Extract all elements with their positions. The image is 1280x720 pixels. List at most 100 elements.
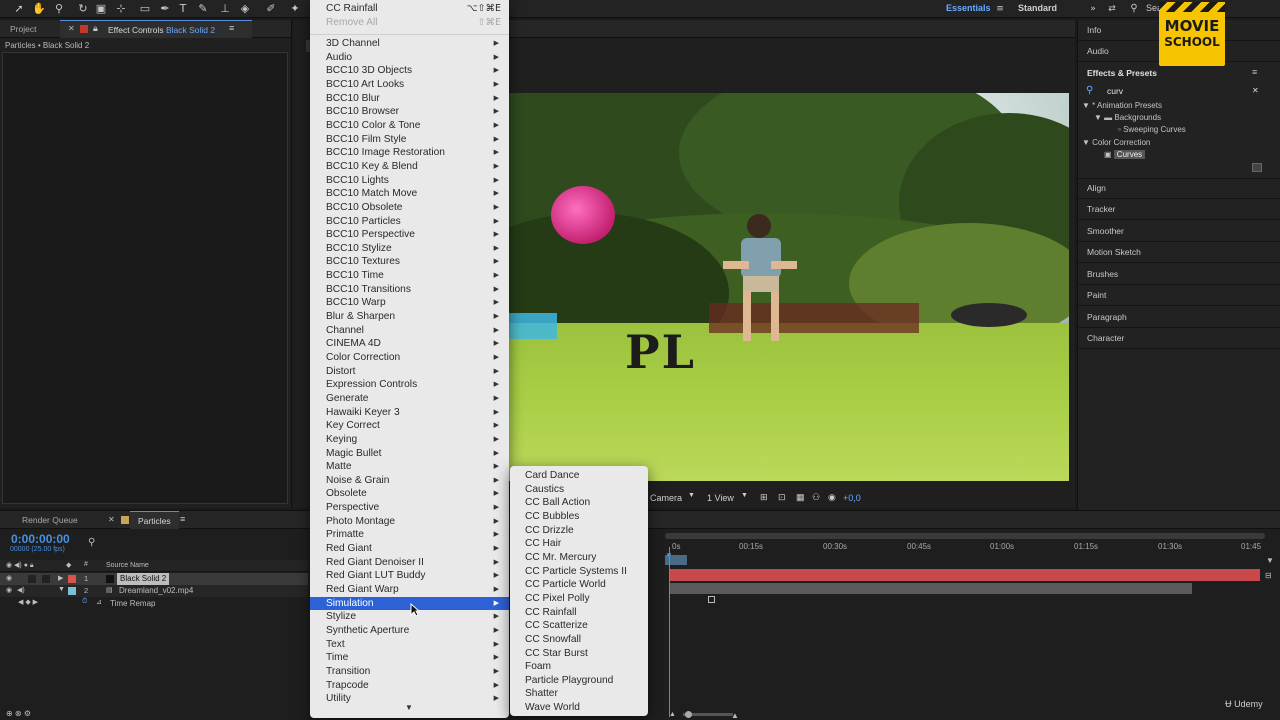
menu-item-text[interactable]: Text ▶ [310,638,509,652]
menu-item-time[interactable]: Time ▶ [310,651,509,665]
effects-presets-panel-tab[interactable]: Effects & Presets [1087,68,1157,78]
scroll-down-icon[interactable]: ▼ [405,703,413,712]
menu-item-bcc10-film-style[interactable]: BCC10 Film Style ▶ [310,133,509,147]
align-panel-tab[interactable]: Align [1087,183,1106,193]
menu-item-bcc10-3d-objects[interactable]: BCC10 3D Objects ▶ [310,64,509,78]
brush-tool-icon[interactable]: ✎ [196,2,210,16]
submenu-item-foam[interactable]: Foam [510,660,648,674]
tab-project[interactable]: Project [2,20,44,38]
sync-settings-icon[interactable]: ⇄ [1105,2,1119,16]
menu-item-bcc10-blur[interactable]: BCC10 Blur ▶ [310,92,509,106]
menu-item-matte[interactable]: Matte ▶ [310,460,509,474]
layer-label-color[interactable] [68,575,76,583]
menu-item-bcc10-key-blend[interactable]: BCC10 Key & Blend ▶ [310,160,509,174]
layer-name[interactable]: Black Solid 2 [117,573,170,585]
zoom-out-icon[interactable]: ▲ [669,711,676,718]
menu-item-bcc10-stylize[interactable]: BCC10 Stylize ▶ [310,242,509,256]
menu-item-bcc10-warp[interactable]: BCC10 Warp ▶ [310,296,509,310]
menu-item-bcc10-lights[interactable]: BCC10 Lights ▶ [310,174,509,188]
menu-item-bcc10-match-move[interactable]: BCC10 Match Move ▶ [310,187,509,201]
submenu-item-cc-particle-world[interactable]: CC Particle World [510,578,648,592]
motion-sketch-panel-tab[interactable]: Motion Sketch [1087,247,1141,257]
menu-item-photo-montage[interactable]: Photo Montage ▶ [310,515,509,529]
menu-item-bcc10-time[interactable]: BCC10 Time ▶ [310,269,509,283]
lock-toggle[interactable] [42,575,50,583]
layer-row-2[interactable]: ◉ ◀) ▼ 2 ▤ Dreamland_v02.mp4 [0,585,308,597]
menu-item-keying[interactable]: Keying ▶ [310,433,509,447]
selection-tool-icon[interactable]: ➚ [12,2,26,16]
submenu-item-cc-hair[interactable]: CC Hair [510,537,648,551]
submenu-item-cc-drizzle[interactable]: CC Drizzle [510,524,648,538]
zoom-thumb[interactable] [685,711,692,718]
keyframe-nav-icon[interactable]: ◀ ◆ ▶ [18,598,38,606]
eraser-tool-icon[interactable]: ◈ [238,2,252,16]
panel-menu-icon[interactable]: ≡ [1252,67,1257,77]
views-select[interactable]: 1 View [707,493,734,503]
animation-presets-folder[interactable]: ▼ * Animation Presets [1082,101,1162,110]
menu-item-bcc10-image-restoration[interactable]: BCC10 Image Restoration ▶ [310,146,509,160]
clone-stamp-tool-icon[interactable]: ⊥ [218,2,232,16]
menu-item-magic-bullet[interactable]: Magic Bullet ▶ [310,447,509,461]
tab-render-queue[interactable]: Render Queue [14,511,86,529]
comp-flow-icon[interactable]: ⊟ [1265,571,1272,580]
menu-item-synthetic-aperture[interactable]: Synthetic Aperture ▶ [310,624,509,638]
menu-item-bcc10-particles[interactable]: BCC10 Particles ▶ [310,215,509,229]
search-help-icon[interactable]: ⚲ [1127,2,1141,16]
visibility-icon[interactable]: ◉ [6,586,12,594]
solo-toggle[interactable] [28,575,36,583]
menu-item-audio[interactable]: Audio ▶ [310,51,509,65]
type-tool-icon[interactable]: T [176,2,190,16]
submenu-item-cc-mr-mercury[interactable]: CC Mr. Mercury [510,551,648,565]
menu-item-bcc10-textures[interactable]: BCC10 Textures ▶ [310,255,509,269]
paragraph-panel-tab[interactable]: Paragraph [1087,312,1127,322]
collapse-arrow-icon[interactable]: ▼ [58,586,65,593]
rectangle-tool-icon[interactable]: ▭ [138,2,152,16]
pen-tool-icon[interactable]: ✒ [158,2,172,16]
sweeping-curves-preset[interactable]: ▫ Sweeping Curves [1118,125,1186,134]
menu-item-bcc10-color-tone[interactable]: BCC10 Color & Tone ▶ [310,119,509,133]
submenu-item-cc-particle-systems-ii[interactable]: CC Particle Systems II [510,565,648,579]
menu-item-red-giant-denoiser-ii[interactable]: Red Giant Denoiser II ▶ [310,556,509,570]
tracker-panel-tab[interactable]: Tracker [1087,204,1116,214]
workspace-overflow-icon[interactable]: » [1086,2,1100,16]
menu-item-bcc10-obsolete[interactable]: BCC10 Obsolete ▶ [310,201,509,215]
menu-item-red-giant[interactable]: Red Giant ▶ [310,542,509,556]
backgrounds-folder[interactable]: ▼ ▬ Backgrounds [1094,113,1161,122]
new-bin-icon[interactable] [1252,163,1262,172]
menu-item-red-giant-lut-buddy[interactable]: Red Giant LUT Buddy ▶ [310,569,509,583]
curves-effect[interactable]: ▣ Curves [1104,150,1146,159]
zoom-in-icon[interactable]: ▲ [731,711,739,720]
menu-item-primatte[interactable]: Primatte ▶ [310,528,509,542]
visibility-icon[interactable]: ◉ [6,574,12,582]
layer-label-color[interactable] [68,587,76,595]
menu-item-distort[interactable]: Distort ▶ [310,365,509,379]
search-layers-icon[interactable]: ⚲ [88,537,95,548]
composition-frame[interactable]: PL [509,93,1069,481]
menu-item-3d-channel[interactable]: 3D Channel ▶ [310,37,509,51]
menu-item-cinema-4d[interactable]: CINEMA 4D ▶ [310,337,509,351]
exposure-value[interactable]: +0,0 [843,493,861,503]
submenu-item-wave-world[interactable]: Wave World [510,701,648,715]
menu-item-bcc10-browser[interactable]: BCC10 Browser ▶ [310,105,509,119]
reset-exposure-icon[interactable]: ◉ [828,492,836,503]
menu-item-generate[interactable]: Generate ▶ [310,392,509,406]
rotate-tool-icon[interactable]: ↻ [76,2,90,16]
menu-item-perspective[interactable]: Perspective ▶ [310,501,509,515]
zoom-tool-icon[interactable]: ⚲ [52,2,66,16]
menu-item-channel[interactable]: Channel ▶ [310,324,509,338]
submenu-item-shatter[interactable]: Shatter [510,687,648,701]
camera-dropdown-icon[interactable]: ▼ [688,492,695,499]
camera-tool-icon[interactable]: ▣ [94,2,108,16]
submenu-item-cc-bubbles[interactable]: CC Bubbles [510,510,648,524]
menu-item-noise-grain[interactable]: Noise & Grain ▶ [310,474,509,488]
layer-name[interactable]: Dreamland_v02.mp4 [119,586,193,595]
puppet-tool-icon[interactable]: ✦ [288,2,302,16]
menu-item-expression-controls[interactable]: Expression Controls ▶ [310,378,509,392]
current-timecode[interactable]: 0:00:00:00 [11,532,70,546]
smoother-panel-tab[interactable]: Smoother [1087,226,1124,236]
pan-behind-tool-icon[interactable]: ⊹ [114,2,128,16]
effects-search-input[interactable]: curv [1107,86,1123,96]
menu-item-color-correction[interactable]: Color Correction ▶ [310,351,509,365]
workspace-standard[interactable]: Standard [1018,3,1057,13]
comp-button-icon[interactable]: ▼ [1266,556,1274,565]
